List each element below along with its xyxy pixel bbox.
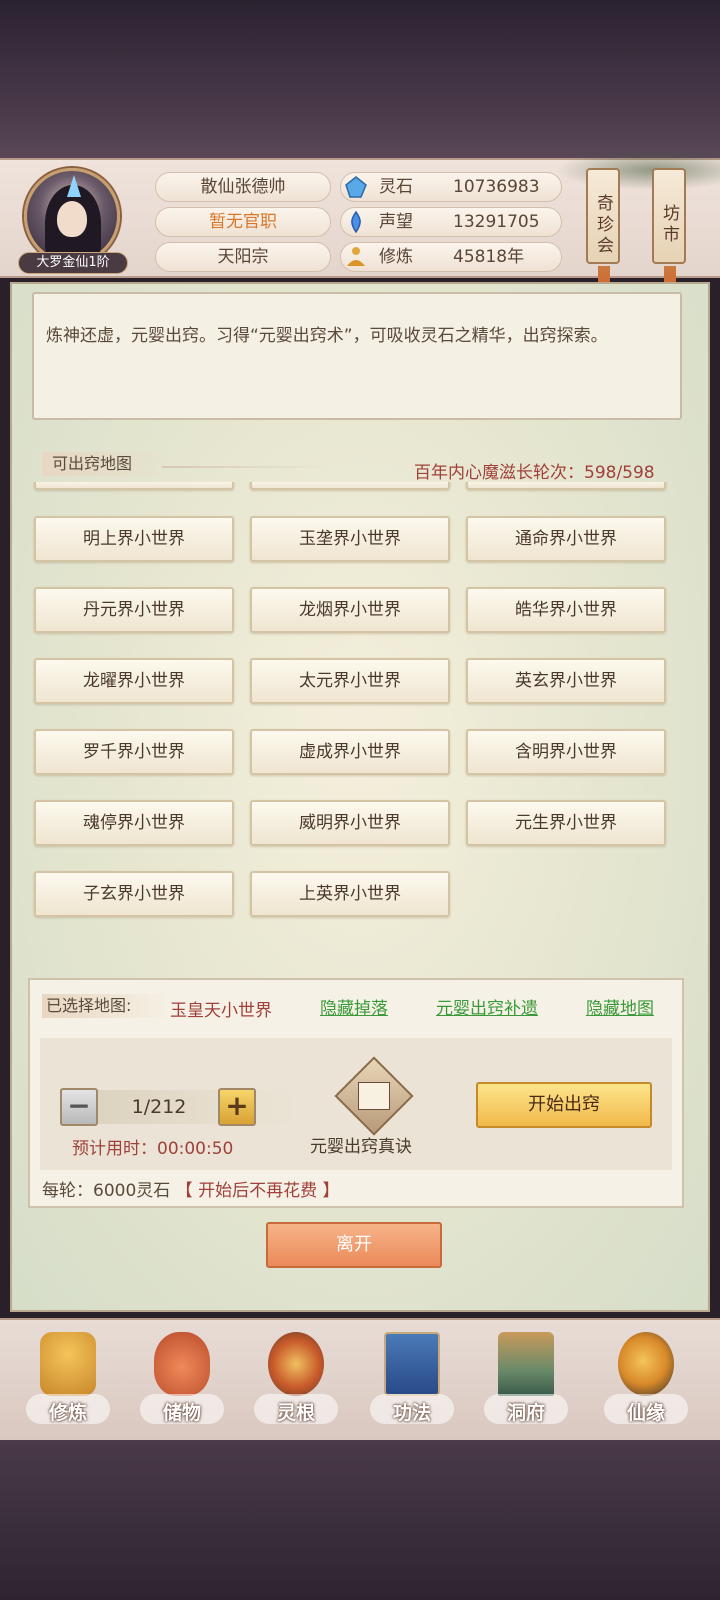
- nav-cave[interactable]: 洞府: [476, 1328, 576, 1438]
- start-button[interactable]: 开始出窍: [476, 1082, 652, 1128]
- nav-label: 灵根: [276, 1402, 315, 1424]
- nav-label: 功法: [392, 1402, 431, 1424]
- map-button[interactable]: 英玄界小世界: [466, 658, 666, 704]
- demon-count: 百年内心魔滋长轮次：598/598: [414, 463, 655, 483]
- hidden-drops-link[interactable]: 隐藏掉落: [320, 994, 388, 1019]
- nav-label: 仙缘: [626, 1402, 665, 1424]
- map-button[interactable]: 虚成界小世界: [250, 729, 450, 775]
- technique-book-icon: [384, 1332, 440, 1396]
- cost-note: 【 开始后不再花费 】: [175, 1181, 340, 1201]
- spirit-root-icon: [268, 1332, 324, 1396]
- selected-map-label: 已选择地图:: [42, 994, 172, 1018]
- meditation-icon: [347, 247, 365, 266]
- spirit-stone-icon: [345, 176, 367, 198]
- cost-info: 每轮：6000灵石 【 开始后不再花费 】: [42, 1176, 339, 1201]
- hidden-maps-link[interactable]: 隐藏地图: [586, 994, 654, 1019]
- action-panel: − 1/212 + 预计用时：00:00:50 元婴出窍真诀 开始出窍: [40, 1038, 672, 1170]
- market-button[interactable]: 坊市: [652, 168, 686, 302]
- book-label: 元婴出窍真诀: [310, 1137, 412, 1157]
- map-button[interactable]: 元生界小世界: [466, 800, 666, 846]
- map-button-partial[interactable]: [34, 482, 234, 490]
- intro-box: [32, 292, 682, 420]
- reputation-icon: [351, 211, 361, 233]
- map-button[interactable]: 罗千界小世界: [34, 729, 234, 775]
- map-button[interactable]: 皓华界小世界: [466, 587, 666, 633]
- nav-immortal-fate[interactable]: 仙缘: [596, 1328, 696, 1438]
- selection-panel: 已选择地图: 玉皇天小世界 隐藏掉落 元婴出窍补遗 隐藏地图 − 1/212 +…: [28, 978, 684, 1208]
- stat-cultivation: 修炼 45818年: [340, 242, 562, 272]
- leave-button[interactable]: 离开: [266, 1222, 442, 1268]
- addendum-link[interactable]: 元婴出窍补遗: [436, 994, 538, 1019]
- nav-label: 洞府: [506, 1402, 545, 1424]
- map-button[interactable]: 丹元界小世界: [34, 587, 234, 633]
- player-name: 散仙张德帅: [155, 172, 331, 202]
- sect-name[interactable]: 天阳宗: [155, 242, 331, 272]
- map-button[interactable]: 威明界小世界: [250, 800, 450, 846]
- nav-spirit-root[interactable]: 灵根: [246, 1328, 346, 1438]
- map-button[interactable]: 魂停界小世界: [34, 800, 234, 846]
- book-icon[interactable]: [334, 1056, 414, 1136]
- stat-value: 10736983: [453, 177, 540, 197]
- stat-label: 修炼: [379, 247, 413, 267]
- map-button[interactable]: 太元界小世界: [250, 658, 450, 704]
- map-button-partial[interactable]: [466, 482, 666, 490]
- stat-label: 灵石: [379, 177, 413, 197]
- main-panel: 炼神还虚，元婴出窍。习得“元婴出窍术”，可吸收灵石之精华，出窍探索。 可出窍地图…: [10, 282, 710, 1312]
- avatar[interactable]: 大罗金仙1阶: [18, 166, 128, 274]
- map-button-partial[interactable]: [250, 482, 450, 490]
- treasure-auction-label: 奇珍会: [593, 193, 613, 257]
- official-title[interactable]: 暂无官职: [155, 207, 331, 237]
- top-backdrop: [0, 0, 720, 160]
- pine-branch-decoration: [555, 150, 720, 190]
- selected-map-name: 玉皇天小世界: [170, 1001, 272, 1021]
- decrease-button[interactable]: −: [60, 1088, 98, 1126]
- treasure-auction-button[interactable]: 奇珍会: [586, 168, 620, 302]
- estimated-time: 预计用时：00:00:50: [72, 1139, 234, 1159]
- map-button[interactable]: 龙曜界小世界: [34, 658, 234, 704]
- map-button[interactable]: 玉垄界小世界: [250, 516, 450, 562]
- avatar-portrait: [24, 168, 120, 264]
- stat-reputation: 声望 13291705: [340, 207, 562, 237]
- bottom-backdrop: [0, 1440, 720, 1600]
- bottom-nav: 修炼 储物 灵根 功法 洞府 仙缘: [0, 1318, 720, 1440]
- stat-label: 声望: [379, 212, 413, 232]
- map-button[interactable]: 龙烟界小世界: [250, 587, 450, 633]
- cave-dwelling-icon: [498, 1332, 554, 1396]
- stat-spirit-stone: 灵石 10736983: [340, 172, 562, 202]
- immortal-fate-icon: [618, 1332, 674, 1396]
- map-button[interactable]: 明上界小世界: [34, 516, 234, 562]
- stepper-value: 1/212: [131, 1096, 187, 1118]
- map-button[interactable]: 子玄界小世界: [34, 871, 234, 917]
- map-grid[interactable]: 明上界小世界 玉垄界小世界 通命界小世界 丹元界小世界 龙烟界小世界 皓华界小世…: [32, 482, 692, 942]
- market-label: 坊市: [659, 204, 679, 246]
- increase-button[interactable]: +: [218, 1088, 256, 1126]
- stat-value: 13291705: [453, 212, 540, 232]
- nav-storage[interactable]: 储物: [132, 1328, 232, 1438]
- rank-badge: 大罗金仙1阶: [18, 252, 128, 274]
- map-button[interactable]: 含明界小世界: [466, 729, 666, 775]
- nav-label: 修炼: [48, 1402, 87, 1424]
- nav-label: 储物: [162, 1402, 201, 1424]
- divider: [162, 466, 332, 468]
- storage-bag-icon: [154, 1332, 210, 1396]
- stat-value: 45818年: [453, 247, 525, 267]
- intro-text: 炼神还虚，元婴出窍。习得“元婴出窍术”，可吸收灵石之精华，出窍探索。: [46, 326, 608, 346]
- map-button[interactable]: 上英界小世界: [250, 871, 450, 917]
- nav-technique[interactable]: 功法: [362, 1328, 462, 1438]
- nav-cultivation[interactable]: 修炼: [18, 1328, 118, 1438]
- cost-text: 每轮：6000灵石: [42, 1181, 171, 1201]
- cultivation-icon: [40, 1332, 96, 1396]
- map-section-title: 可出窍地图: [42, 452, 172, 476]
- map-button[interactable]: 通命界小世界: [466, 516, 666, 562]
